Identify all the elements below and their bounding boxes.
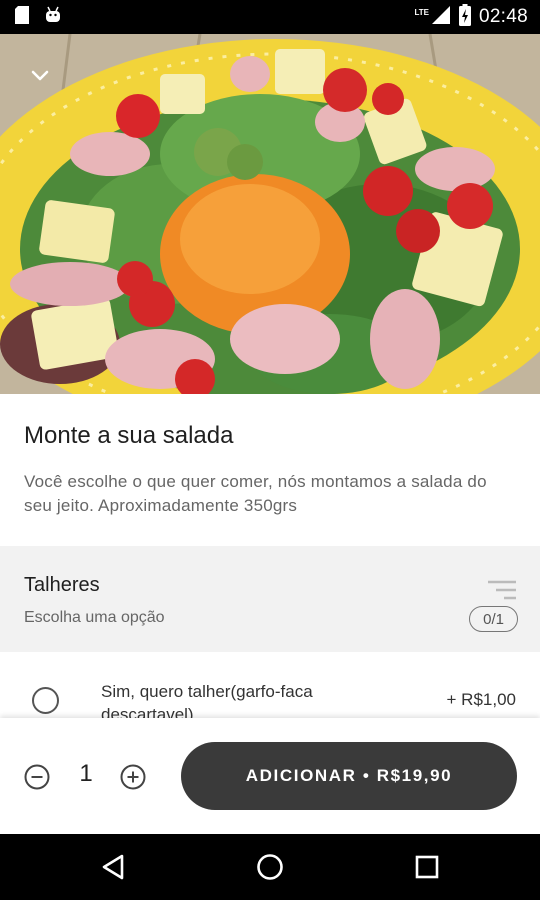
option-group-title: Talheres: [24, 574, 100, 596]
option-group-header: Talheres Escolha uma opção 0/1: [0, 546, 540, 652]
navigation-bar: [0, 834, 540, 900]
option-label: Sim, quero talher(garfo-faca descartavel…: [101, 682, 313, 718]
product-title: Monte a sua salada: [24, 422, 234, 449]
quantity-value: 1: [79, 760, 93, 787]
home-circle-icon[interactable]: [255, 852, 285, 882]
recents-square-icon[interactable]: [412, 852, 442, 882]
android-icon: [44, 6, 62, 29]
battery-icon: [458, 3, 471, 31]
signal-icon: [431, 5, 451, 30]
status-bar: LTE 02:48: [0, 0, 540, 34]
back-triangle-icon[interactable]: [98, 852, 128, 882]
product-info: Monte a sua salada Você escolhe o que qu…: [0, 394, 540, 546]
selection-count-badge: 0/1: [469, 606, 518, 632]
collapse-button[interactable]: [22, 58, 58, 94]
status-left: [14, 5, 62, 30]
option-row[interactable]: Sim, quero talher(garfo-faca descartavel…: [0, 652, 540, 718]
increase-quantity-button[interactable]: [120, 764, 146, 795]
add-to-cart-button[interactable]: ADICIONAR • R$19,90: [181, 742, 517, 810]
product-image: [0, 34, 540, 394]
clock: 02:48: [478, 6, 528, 27]
sd-card-icon: [14, 5, 30, 30]
decrease-quantity-button[interactable]: [24, 764, 50, 795]
option-price: + R$1,00: [446, 690, 516, 709]
salad-photo: [0, 34, 540, 394]
product-description: Você escolhe o que quer comer, nós monta…: [24, 472, 487, 515]
action-bar: 1 ADICIONAR • R$19,90: [0, 718, 540, 834]
plus-circle-icon: [120, 764, 146, 790]
network-type: LTE: [414, 7, 429, 17]
chevron-down-icon: [31, 70, 49, 81]
minus-circle-icon: [24, 764, 50, 790]
option-radio[interactable]: [32, 687, 59, 714]
option-group-subtitle: Escolha uma opção: [24, 609, 165, 626]
sort-icon: [488, 580, 516, 605]
status-right: LTE 02:48: [414, 3, 528, 31]
